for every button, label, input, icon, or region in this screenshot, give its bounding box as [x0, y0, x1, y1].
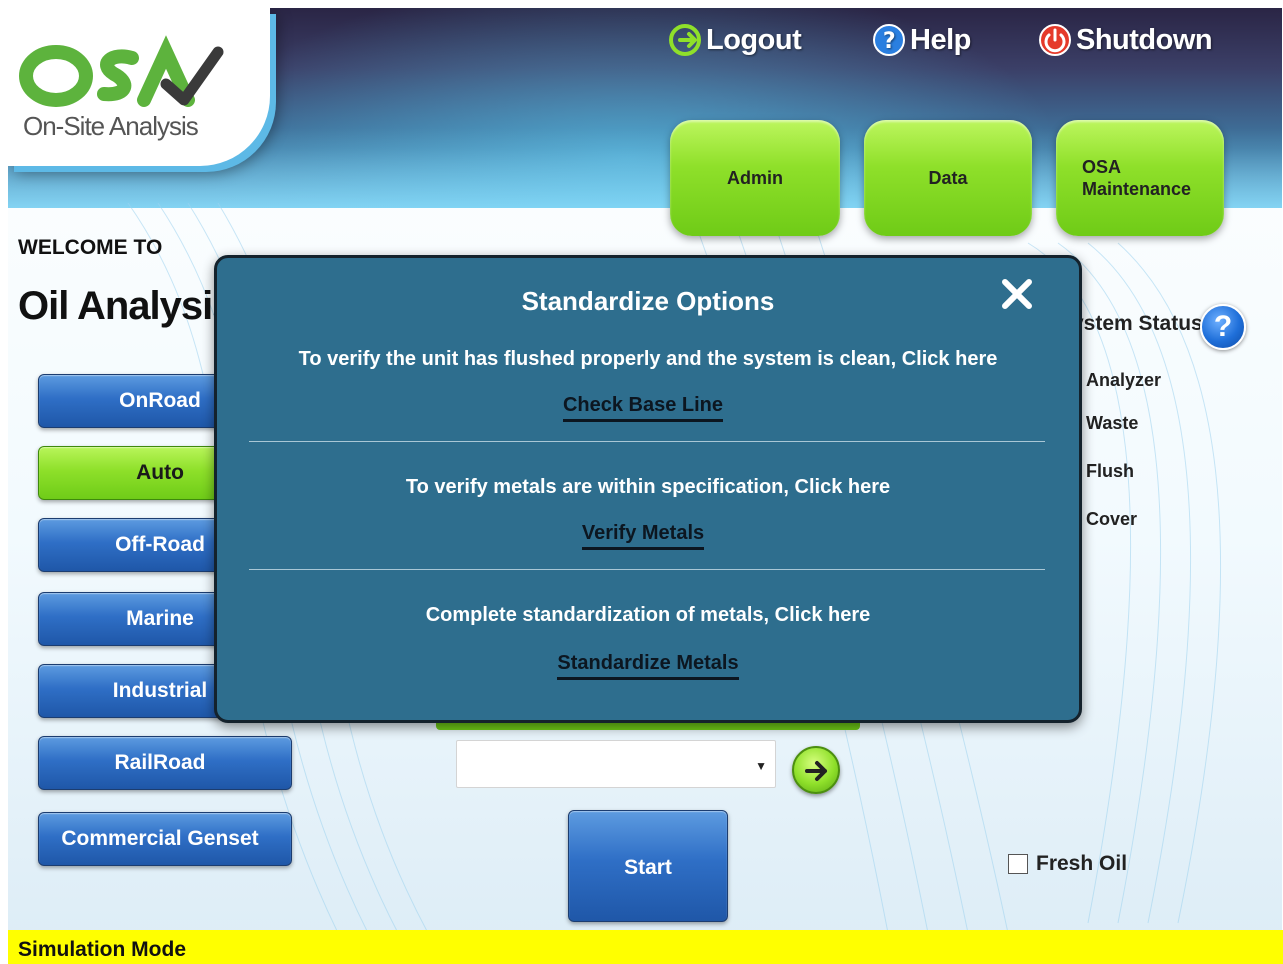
logo-tagline: On-Site Analysis: [23, 111, 199, 141]
help-label: Help: [910, 23, 971, 56]
osa-maintenance-button[interactable]: OSA Maintenance: [1056, 120, 1224, 236]
simulation-mode-bar: Simulation Mode: [8, 930, 1283, 964]
osa-logo-mark: [19, 35, 224, 107]
standardize-instruction: Complete standardization of metals, Clic…: [425, 604, 871, 626]
admin-button[interactable]: Admin: [670, 120, 840, 236]
start-button[interactable]: Start: [568, 810, 728, 922]
data-button[interactable]: Data: [864, 120, 1032, 236]
logout-label: Logout: [706, 23, 802, 56]
status-help-icon[interactable]: ?: [1200, 304, 1246, 350]
sample-select[interactable]: ▼: [456, 740, 776, 788]
fresh-oil-option: Fresh Oil: [1008, 852, 1127, 876]
help-link[interactable]: ? Help: [872, 20, 971, 60]
divider: [249, 569, 1045, 570]
chevron-down-icon: ▼: [755, 759, 767, 773]
logout-icon: [669, 24, 701, 56]
status-waste: Waste: [1086, 413, 1139, 433]
power-icon: [1039, 24, 1071, 56]
shutdown-label: Shutdown: [1076, 23, 1213, 56]
status-flush: Flush: [1086, 461, 1134, 481]
verify-metals-label[interactable]: Verify Metals: [581, 522, 705, 550]
verify-metals-link[interactable]: Verify Metals: [217, 522, 1079, 550]
standardize-options-dialog: Standardize Options To verify the unit h…: [214, 255, 1082, 723]
help-icon: ?: [873, 24, 905, 56]
welcome-text: WELCOME TO: [18, 236, 163, 259]
verify-instruction: To verify metals are within specificatio…: [405, 476, 891, 498]
category-railroad-button[interactable]: RailRoad: [38, 736, 292, 790]
standardize-metals-link[interactable]: Standardize Metals: [217, 652, 1079, 680]
check-base-line-label[interactable]: Check Base Line: [562, 394, 724, 422]
close-icon[interactable]: [997, 274, 1037, 314]
svg-text:?: ?: [883, 29, 895, 54]
status-analyzer: Analyzer: [1086, 370, 1162, 390]
arrow-right-icon: [805, 761, 827, 781]
page-title: Oil Analysis: [18, 284, 234, 328]
standardize-metals-label[interactable]: Standardize Metals: [557, 652, 739, 680]
fresh-oil-checkbox[interactable]: [1008, 854, 1028, 874]
dialog-title: Standardize Options: [521, 286, 775, 316]
logo: On-Site Analysis: [8, 8, 270, 166]
category-commercial-genset-button[interactable]: Commercial Genset: [38, 812, 292, 866]
baseline-instruction: To verify the unit has flushed properly …: [298, 348, 998, 370]
go-button[interactable]: [792, 746, 840, 794]
check-base-line-link[interactable]: Check Base Line: [217, 394, 1079, 422]
shutdown-link[interactable]: Shutdown: [1038, 20, 1213, 60]
logout-link[interactable]: Logout: [668, 20, 802, 60]
divider: [249, 441, 1045, 442]
fresh-oil-label: Fresh Oil: [1036, 852, 1128, 875]
status-cover: Cover: [1086, 509, 1138, 529]
